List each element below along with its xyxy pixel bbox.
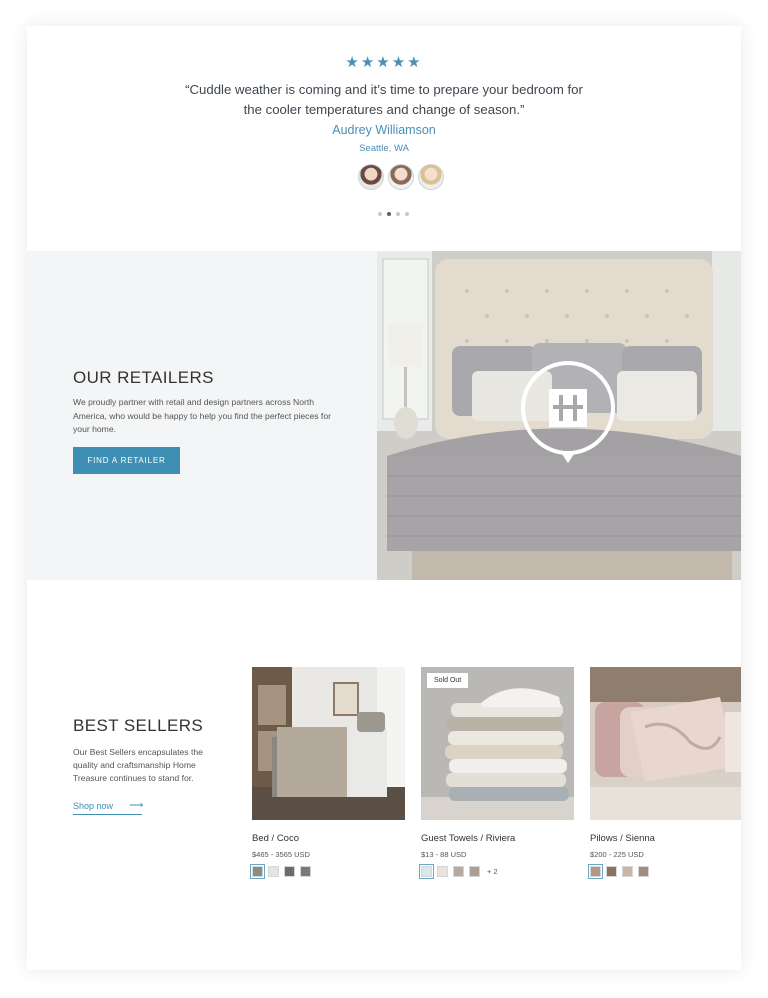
shop-now-label: Shop now [73, 801, 114, 811]
product-image[interactable] [590, 667, 741, 820]
swatch-1[interactable] [588, 864, 603, 879]
product-price: $200 - 225 USD [590, 850, 644, 859]
swatch-2[interactable] [437, 866, 448, 877]
more-swatches-count[interactable]: + 2 [487, 867, 498, 876]
carousel-dot[interactable] [396, 212, 400, 216]
swatch-2[interactable] [268, 866, 279, 877]
testimonial-location: Seattle, WA [359, 143, 409, 154]
avatar[interactable] [418, 164, 444, 190]
testimonial-section: ★★★★★ “Cuddle weather is coming and it’s… [27, 26, 741, 251]
swatch-3[interactable] [622, 866, 633, 877]
retailer-bed-image [377, 251, 741, 580]
testimonial-quote: “Cuddle weather is coming and it’s time … [185, 82, 583, 117]
swatch-1[interactable] [419, 864, 434, 879]
testimonial-author: Audrey Williamson [332, 123, 436, 137]
retailers-title: OUR RETAILERS [73, 368, 214, 387]
carousel-dot[interactable] [378, 212, 382, 216]
product-card-pillows[interactable]: Pilows / Sienna $200 - 225 USD [588, 667, 741, 879]
page-card: ★★★★★ “Cuddle weather is coming and it’s… [27, 26, 741, 970]
sold-out-badge: Sold Out [427, 673, 469, 688]
swatch-4[interactable] [638, 866, 649, 877]
shop-now-link[interactable]: Shop now ⟶ [73, 800, 144, 815]
product-price: $465 - 3565 USD [252, 850, 310, 859]
carousel-dot-active[interactable] [387, 212, 391, 216]
best-sellers-title: BEST SELLERS [73, 716, 204, 735]
best-sellers-text: Our Best Sellers encapsulates the qualit… [73, 747, 203, 783]
retailers-section: OUR RETAILERS We proudly partner with re… [27, 251, 741, 580]
avatar[interactable] [358, 164, 384, 190]
product-name[interactable]: Pilows / Sienna [590, 833, 741, 844]
swatch-1[interactable] [250, 864, 265, 879]
product-name[interactable]: Guest Towels / Riviera [421, 833, 574, 844]
color-swatches [588, 864, 741, 879]
bed-illustration [377, 251, 741, 580]
bed-room-illustration [252, 667, 405, 820]
product-image[interactable] [252, 667, 405, 820]
pillows-illustration [590, 667, 741, 820]
swatch-2[interactable] [606, 866, 617, 877]
swatch-3[interactable] [453, 866, 464, 877]
color-swatches [250, 864, 405, 879]
avatar-list [358, 164, 444, 190]
towel-stack-illustration [421, 667, 574, 820]
carousel-dot[interactable] [405, 212, 409, 216]
product-image[interactable]: Sold Out [421, 667, 574, 820]
swatch-4[interactable] [469, 866, 480, 877]
product-name[interactable]: Bed / Coco [252, 833, 405, 844]
carousel-dots [378, 212, 409, 216]
product-card-towels[interactable]: Sold Out Guest Towels / Riviera $13 - 88… [419, 667, 574, 879]
rating-stars: ★★★★★ [345, 54, 423, 71]
swatch-4[interactable] [300, 866, 311, 877]
swatch-3[interactable] [284, 866, 295, 877]
retailers-text: We proudly partner with retail and desig… [73, 397, 331, 434]
arrow-right-icon: ⟶ [129, 800, 144, 811]
product-price: $13 - 88 USD [421, 850, 467, 859]
avatar[interactable] [388, 164, 414, 190]
color-swatches: + 2 [419, 864, 574, 879]
product-card-bed[interactable]: Bed / Coco $465 - 3565 USD [250, 667, 405, 879]
find-retailer-button[interactable]: FIND A RETAILER [73, 447, 180, 474]
